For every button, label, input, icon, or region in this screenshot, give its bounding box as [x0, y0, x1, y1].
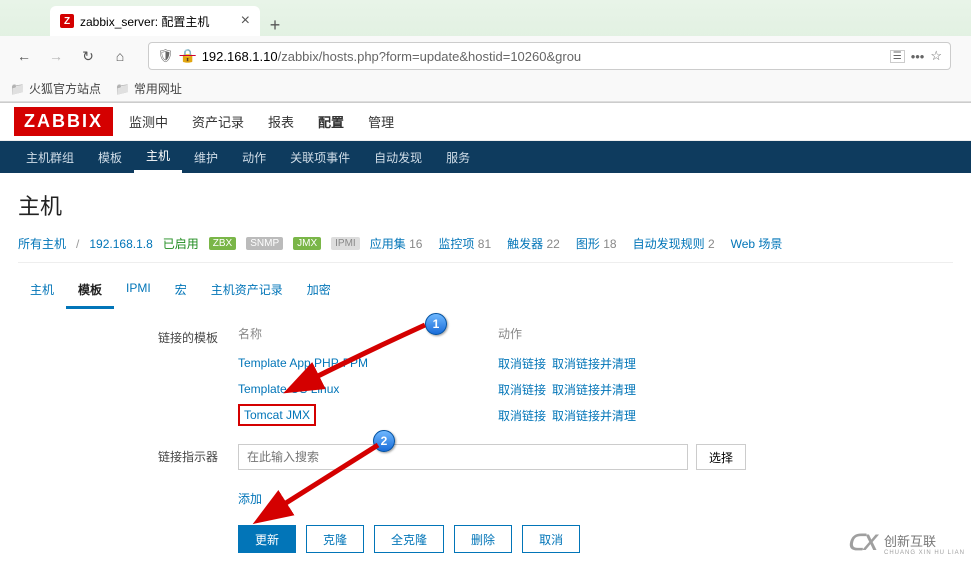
unlink-clear-link[interactable]: 取消链接并清理 — [552, 407, 636, 424]
col-header-action: 动作 — [498, 325, 522, 342]
shield-icon: 🛡 — [157, 48, 174, 64]
main-menu: 监测中 资产记录 报表 配置 管理 — [117, 102, 406, 141]
count-triggers[interactable]: 触发器 22 — [507, 235, 560, 252]
tab-encryption[interactable]: 加密 — [295, 273, 343, 309]
tab-title: zabbix_server: 配置主机 — [80, 13, 209, 30]
zabbix-header: ZABBIX 监测中 资产记录 报表 配置 管理 — [0, 103, 971, 141]
count-graphs[interactable]: 图形 18 — [576, 235, 617, 252]
submenu-templates[interactable]: 模板 — [86, 141, 134, 173]
watermark-text-py: CHUANG XIN HU LIAN — [884, 550, 965, 556]
template-row: Template OS Linux 取消链接 取消链接并清理 — [238, 376, 636, 402]
templates-table: 名称 动作 Template App PHP-FPM 取消链接 取消链接并清理 … — [238, 325, 636, 428]
reader-icon[interactable]: ☰ — [890, 50, 905, 63]
tab-host[interactable]: 主机 — [18, 273, 66, 309]
count-applications[interactable]: 应用集 16 — [370, 235, 423, 252]
host-filter-bar: 所有主机 / 192.168.1.8 已启用 ZBX SNMP JMX IPMI… — [18, 235, 953, 263]
template-link[interactable]: Template OS Linux — [238, 382, 498, 396]
lock-strikethrough-icon: 🔒 — [180, 48, 196, 64]
badge-snmp: SNMP — [246, 237, 283, 250]
bookmark-item[interactable]: 常用网址 — [115, 80, 182, 97]
menu-inventory[interactable]: 资产记录 — [180, 102, 256, 141]
more-icon[interactable]: ••• — [911, 49, 925, 64]
browser-chrome: Z zabbix_server: 配置主机 × + ← → ↻ ⌂ 🛡 🔒 19… — [0, 0, 971, 103]
new-tab-button[interactable]: + — [260, 15, 290, 36]
badge-ipmi: IPMI — [331, 237, 360, 250]
submenu-discovery[interactable]: 自动发现 — [362, 141, 434, 173]
clone-button[interactable]: 克隆 — [306, 525, 364, 553]
cancel-button[interactable]: 取消 — [522, 525, 580, 553]
template-row: Tomcat JMX 取消链接 取消链接并清理 — [238, 402, 636, 428]
tab-inventory[interactable]: 主机资产记录 — [199, 273, 295, 309]
close-icon[interactable]: × — [241, 12, 250, 30]
action-buttons: 更新 克隆 全克隆 删除 取消 — [18, 507, 953, 553]
full-clone-button[interactable]: 全克隆 — [374, 525, 444, 553]
tab-bar: Z zabbix_server: 配置主机 × + — [0, 0, 971, 36]
page-title: 主机 — [18, 183, 953, 235]
host-config-tabs: 主机 模板 IPMI 宏 主机资产记录 加密 — [18, 273, 953, 309]
delete-button[interactable]: 删除 — [454, 525, 512, 553]
submenu-hosts[interactable]: 主机 — [134, 141, 182, 173]
tab-macros[interactable]: 宏 — [163, 273, 199, 309]
template-link-highlighted[interactable]: Tomcat JMX — [238, 404, 316, 426]
annotation-callout-2: 2 — [373, 430, 395, 452]
badge-zbx: ZBX — [209, 237, 236, 250]
unlink-clear-link[interactable]: 取消链接并清理 — [552, 381, 636, 398]
menu-administration[interactable]: 管理 — [356, 102, 406, 141]
watermark-logo-icon: ᑕX — [847, 530, 878, 556]
unlink-link[interactable]: 取消链接 — [498, 355, 546, 372]
template-link[interactable]: Template App PHP-FPM — [238, 356, 498, 370]
menu-reports[interactable]: 报表 — [256, 102, 306, 141]
menu-configuration[interactable]: 配置 — [306, 102, 356, 141]
unlink-link[interactable]: 取消链接 — [498, 381, 546, 398]
zabbix-logo[interactable]: ZABBIX — [14, 107, 113, 136]
watermark-text-cn: 创新互联 — [884, 531, 965, 550]
template-search-input[interactable] — [238, 444, 688, 470]
url-bar[interactable]: 🛡 🔒 192.168.1.10/zabbix/hosts.php?form=u… — [148, 42, 951, 70]
badge-jmx: JMX — [293, 237, 321, 250]
annotation-callout-1: 1 — [425, 313, 447, 335]
submenu-actions[interactable]: 动作 — [230, 141, 278, 173]
breadcrumb-all-hosts[interactable]: 所有主机 — [18, 235, 66, 252]
page-content: 主机 所有主机 / 192.168.1.8 已启用 ZBX SNMP JMX I… — [0, 173, 971, 563]
count-items[interactable]: 监控项 81 — [438, 235, 491, 252]
update-button[interactable]: 更新 — [238, 525, 296, 553]
reload-button[interactable]: ↻ — [74, 42, 102, 70]
submenu-hostgroups[interactable]: 主机群组 — [14, 141, 86, 173]
select-button[interactable]: 选择 — [696, 444, 746, 470]
zabbix-favicon: Z — [60, 14, 74, 28]
url-text: 192.168.1.10/zabbix/hosts.php?form=updat… — [202, 49, 884, 64]
submenu-maintenance[interactable]: 维护 — [182, 141, 230, 173]
submenu-correlation[interactable]: 关联项事件 — [278, 141, 362, 173]
menu-monitoring[interactable]: 监测中 — [117, 102, 180, 141]
add-link[interactable]: 添加 — [18, 480, 953, 507]
bookmark-bar: 火狐官方站点 常用网址 — [0, 76, 971, 102]
submenu-services[interactable]: 服务 — [434, 141, 482, 173]
browser-tab[interactable]: Z zabbix_server: 配置主机 × — [50, 6, 260, 36]
bookmark-star-icon[interactable]: ☆ — [930, 48, 942, 64]
linked-templates-label: 链接的模板 — [148, 325, 218, 428]
linked-templates-section: 链接的模板 名称 动作 Template App PHP-FPM 取消链接 取消… — [18, 309, 953, 438]
sub-menu: 主机群组 模板 主机 维护 动作 关联项事件 自动发现 服务 — [0, 141, 971, 173]
col-header-name: 名称 — [238, 325, 498, 342]
breadcrumb-host[interactable]: 192.168.1.8 — [89, 237, 152, 251]
count-web[interactable]: Web 场景 — [731, 235, 783, 252]
unlink-link[interactable]: 取消链接 — [498, 407, 546, 424]
bookmark-item[interactable]: 火狐官方站点 — [10, 80, 101, 97]
status-enabled: 已启用 — [163, 235, 199, 252]
home-button[interactable]: ⌂ — [106, 42, 134, 70]
count-discovery[interactable]: 自动发现规则 2 — [633, 235, 715, 252]
tab-templates[interactable]: 模板 — [66, 273, 114, 309]
watermark: ᑕX 创新互联 CHUANG XIN HU LIAN — [841, 528, 971, 558]
entity-counts: 应用集 16 监控项 81 触发器 22 图形 18 自动发现规则 2 Web … — [370, 235, 783, 252]
breadcrumb-separator: / — [76, 237, 79, 251]
link-indicator-label: 链接指示器 — [148, 444, 218, 470]
back-button[interactable]: ← — [10, 42, 38, 70]
unlink-clear-link[interactable]: 取消链接并清理 — [552, 355, 636, 372]
nav-bar: ← → ↻ ⌂ 🛡 🔒 192.168.1.10/zabbix/hosts.ph… — [0, 36, 971, 76]
link-indicator-section: 链接指示器 选择 — [18, 438, 953, 480]
forward-button[interactable]: → — [42, 42, 70, 70]
tab-ipmi[interactable]: IPMI — [114, 273, 163, 309]
template-row: Template App PHP-FPM 取消链接 取消链接并清理 — [238, 350, 636, 376]
